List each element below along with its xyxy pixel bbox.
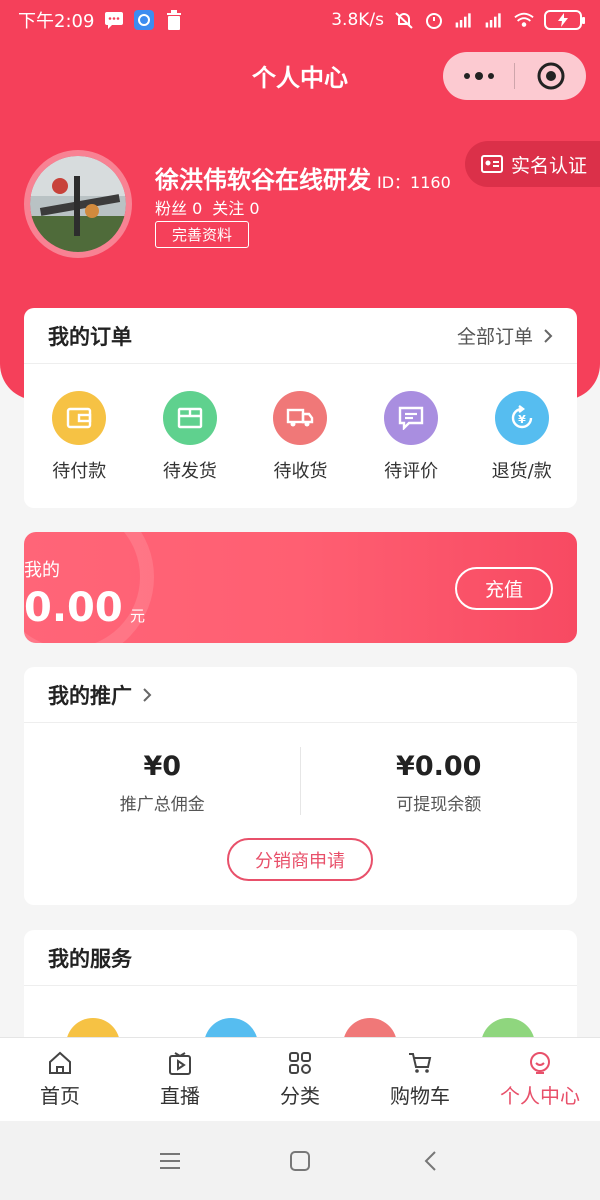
back-button[interactable] (415, 1146, 445, 1176)
order-label: 退货/款 (491, 461, 552, 482)
id-card-icon (481, 155, 503, 173)
live-icon (169, 1052, 191, 1075)
recharge-button[interactable]: 充值 (455, 567, 553, 610)
order-status-grid: 待付款 待发货 待收货 待评价 ¥ 退货/款 (24, 364, 577, 483)
avatar[interactable] (24, 150, 132, 258)
back-icon (424, 1150, 436, 1171)
promotion-card: 我的推广 ¥0 推广总佣金 ¥0.00 可提现余额 分销商申请 (24, 667, 577, 905)
target-icon (537, 62, 564, 90)
tab-live[interactable]: 直播 (120, 1038, 240, 1121)
total-commission-label: 推广总佣金 (119, 795, 205, 815)
wifi-icon (514, 10, 534, 30)
more-dots-icon (463, 72, 494, 80)
app-notification-icon (134, 10, 155, 30)
order-label: 待发货 (162, 461, 217, 482)
tab-label: 购物车 (390, 1084, 450, 1108)
box-icon (162, 391, 217, 445)
services-card: 我的服务 (24, 930, 577, 1072)
message-icon (104, 10, 124, 30)
profile-icon (530, 1052, 550, 1074)
status-time: 下午2:09 (18, 11, 95, 32)
more-button[interactable] (443, 52, 514, 100)
promotion-title: 我的推广 (48, 683, 132, 708)
user-name: 徐洪伟软谷在线研发 (155, 166, 371, 194)
status-bar: 下午2:09 3.8K/s (0, 0, 600, 40)
chevron-right-icon (143, 687, 152, 702)
comment-icon (384, 391, 439, 445)
truck-icon (273, 391, 328, 445)
mute-icon (394, 10, 414, 30)
wallet-label: 我的 (24, 560, 60, 581)
order-label: 待付款 (52, 461, 107, 482)
total-commission: ¥0 推广总佣金 (24, 723, 301, 823)
withdrawable-balance: ¥0.00 可提现余额 (301, 723, 578, 823)
menu-icon (160, 1152, 180, 1169)
orders-card: 我的订单 全部订单 待付款 待发货 待收货 待评价 ¥ 退货/款 (24, 308, 577, 508)
orders-title: 我的订单 (48, 324, 132, 349)
order-label: 待评价 (384, 461, 439, 482)
order-label: 待收货 (273, 461, 328, 482)
promotion-header[interactable]: 我的推广 (24, 667, 577, 723)
tab-label: 分类 (280, 1084, 320, 1108)
tab-category[interactable]: 分类 (240, 1038, 360, 1121)
user-id: ID：1160 (377, 173, 451, 192)
edit-profile-button[interactable]: 完善资料 (155, 221, 249, 248)
cart-icon (409, 1053, 432, 1073)
order-pending-receipt[interactable]: 待收货 (250, 391, 350, 483)
tab-cart[interactable]: 购物车 (360, 1038, 480, 1121)
services-header: 我的服务 (24, 930, 577, 986)
profile-name-line: 徐洪伟软谷在线研发 ID：1160 (155, 160, 451, 195)
bottom-tabbar: 首页 直播 分类 购物车 个人中心 (0, 1037, 600, 1121)
network-speed: 3.8K/s (331, 10, 384, 30)
close-button[interactable] (515, 52, 586, 100)
trash-icon (164, 10, 184, 30)
home-system-button[interactable] (285, 1146, 315, 1176)
tab-label: 直播 (160, 1084, 200, 1108)
services-title: 我的服务 (48, 946, 132, 971)
menu-button[interactable] (155, 1146, 185, 1176)
wallet-icon (52, 391, 107, 445)
order-refund[interactable]: ¥ 退货/款 (472, 391, 572, 483)
distributor-apply-button[interactable]: 分销商申请 (227, 838, 373, 881)
signal-icon (454, 10, 474, 30)
battery-icon (544, 10, 585, 30)
signal-2-icon (484, 10, 504, 30)
order-pending-shipment[interactable]: 待发货 (140, 391, 240, 483)
refund-icon: ¥ (494, 391, 549, 445)
total-commission-value: ¥0 (143, 751, 182, 782)
home-icon (49, 1051, 71, 1074)
tab-profile[interactable]: 个人中心 (480, 1038, 600, 1121)
fans-count[interactable]: 粉丝 0 (155, 195, 202, 219)
square-icon (290, 1150, 310, 1171)
withdrawable-value: ¥0.00 (396, 751, 482, 782)
miniprogram-capsule (443, 52, 586, 100)
following-count[interactable]: 关注 0 (212, 195, 259, 219)
profile-stats: 粉丝 0 关注 0 (155, 195, 260, 219)
order-pending-payment[interactable]: 待付款 (29, 391, 129, 483)
order-pending-review[interactable]: 待评价 (361, 391, 461, 483)
all-orders-label: 全部订单 (456, 326, 533, 348)
wallet-amount: 0.00 (24, 585, 123, 631)
tab-home[interactable]: 首页 (0, 1038, 120, 1121)
alarm-icon (424, 10, 444, 30)
svg-text:¥: ¥ (518, 413, 526, 426)
all-orders-link[interactable]: 全部订单 (457, 322, 553, 349)
withdrawable-label: 可提现余额 (396, 795, 482, 815)
tab-label: 首页 (40, 1084, 80, 1108)
orders-header: 我的订单 全部订单 (24, 308, 577, 364)
realname-auth-button[interactable]: 实名认证 (465, 141, 600, 187)
chevron-right-icon (544, 328, 553, 343)
avatar-image (30, 156, 126, 252)
realname-label: 实名认证 (511, 154, 588, 177)
system-navigation-bar (0, 1121, 600, 1200)
promotion-stats: ¥0 推广总佣金 ¥0.00 可提现余额 (24, 723, 577, 823)
promotion-divider (300, 747, 301, 815)
category-icon (289, 1052, 311, 1074)
wallet-unit: 元 (130, 607, 146, 625)
tab-label: 个人中心 (500, 1084, 580, 1108)
